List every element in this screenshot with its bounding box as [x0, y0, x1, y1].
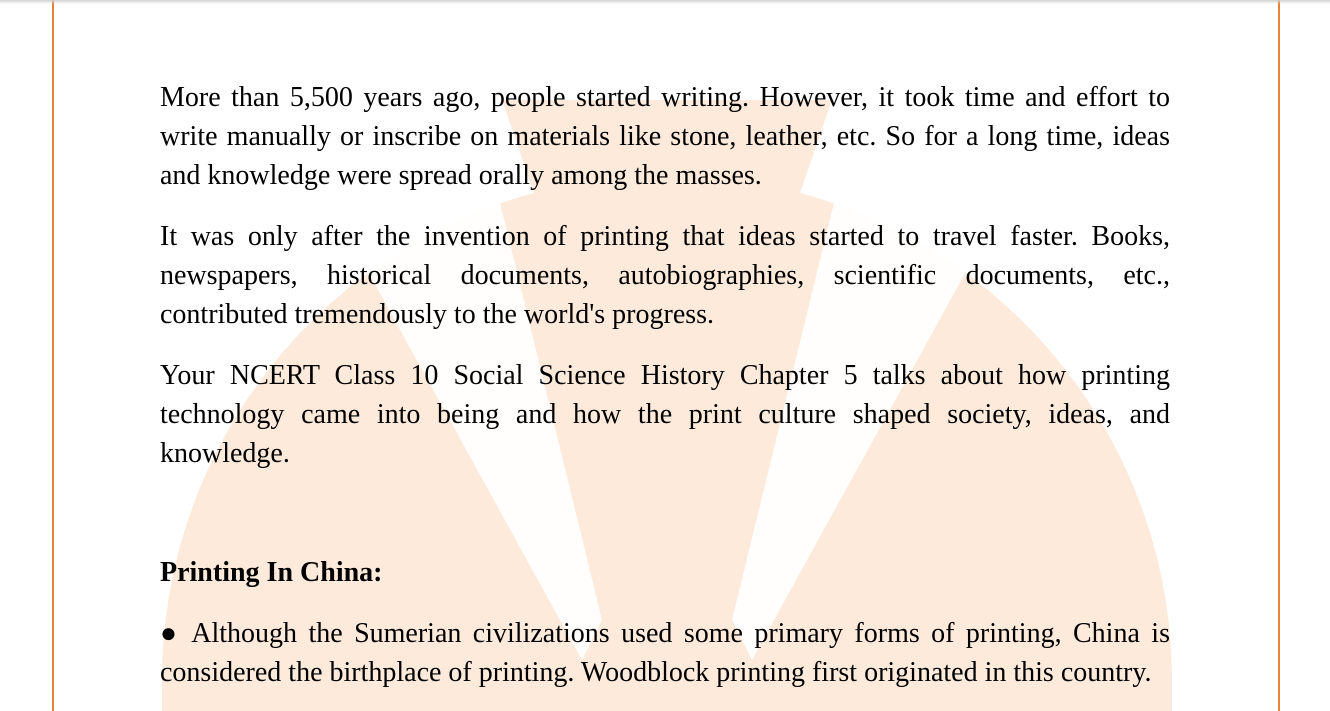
bullet-marker: ● [160, 618, 182, 649]
section-heading: Printing In China: [160, 557, 383, 588]
intro-paragraph-1: More than 5,500 years ago, people starte… [160, 82, 1170, 191]
document-page: More than 5,500 years ago, people starte… [52, 0, 1280, 711]
intro-paragraph-3: Your NCERT Class 10 Social Science Histo… [160, 360, 1170, 469]
document-content: More than 5,500 years ago, people starte… [160, 78, 1170, 692]
viewer-top-shadow [0, 0, 1330, 4]
bullet-text: Although the Sumerian civilizations used… [160, 618, 1170, 688]
bullet-item: ● Although the Sumerian civilizations us… [160, 614, 1170, 692]
intro-paragraph-2: It was only after the invention of print… [160, 221, 1170, 330]
